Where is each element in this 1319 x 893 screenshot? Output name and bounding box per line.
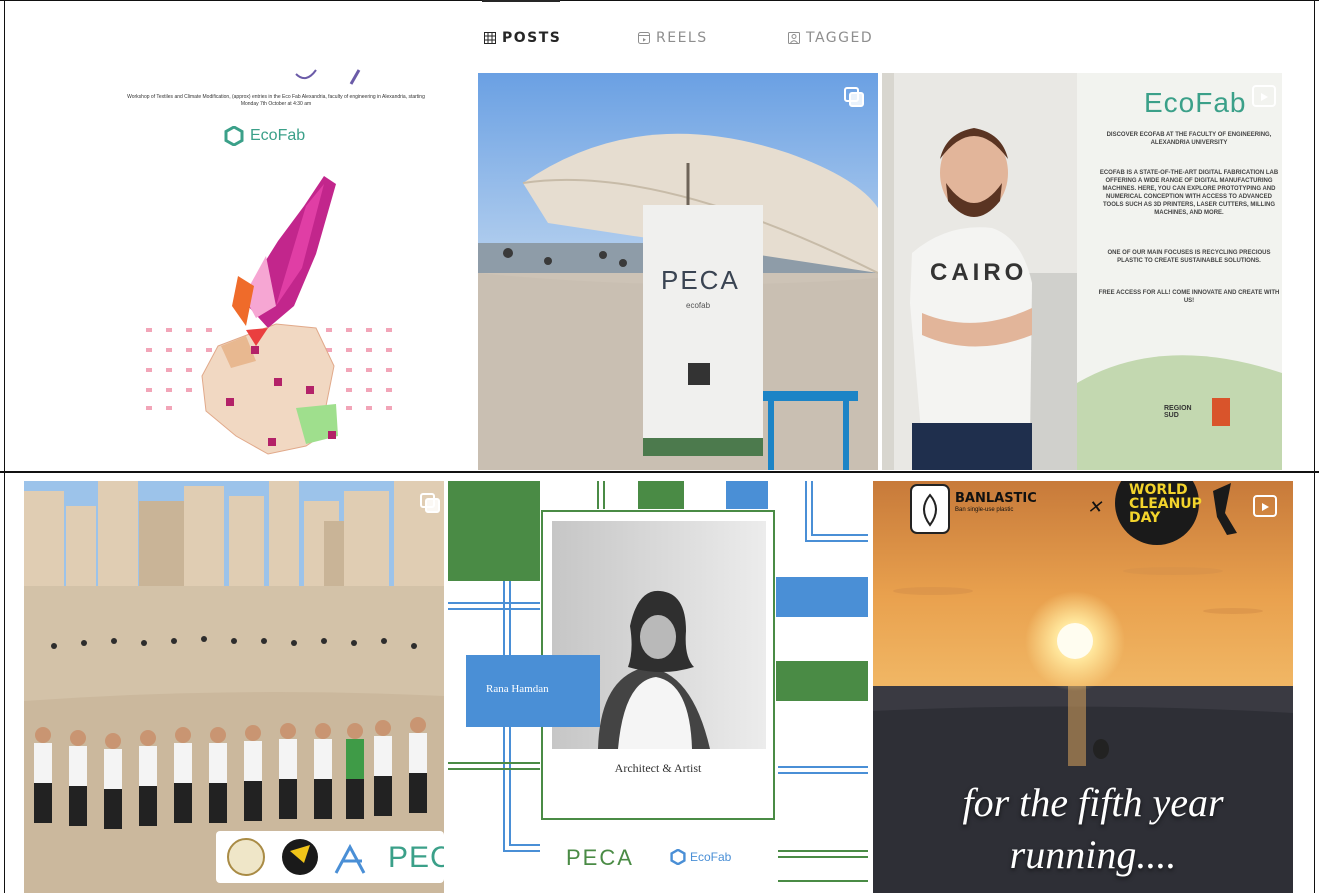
multi-photo-icon xyxy=(844,87,864,107)
frame-divider xyxy=(0,471,1319,473)
post-portrait-card[interactable]: Rana Hamdan Architect & Artist PECA EcoF… xyxy=(448,481,868,893)
collab-x-icon: ✕ xyxy=(1087,497,1103,517)
frame-left xyxy=(4,0,5,893)
peca-logo: PECA xyxy=(566,845,634,870)
tagged-icon xyxy=(788,32,800,44)
grid-icon xyxy=(484,32,496,44)
multi-photo-icon xyxy=(420,493,440,513)
reel-icon xyxy=(1252,85,1276,107)
poster-caption: Workshop of Textiles and Climate Modific… xyxy=(127,94,425,107)
cleanup-photo xyxy=(24,481,444,893)
post-beach-umbrella[interactable]: PECA ecofab xyxy=(478,73,878,470)
tab-reels[interactable]: REELS xyxy=(638,30,708,46)
person-role: Architect & Artist xyxy=(614,761,702,775)
ecofab-logo-icon xyxy=(224,126,244,146)
ecofab-banner-body1: ECOFAB IS A STATE-OF-THE-ART DIGITAL FAB… xyxy=(1099,170,1279,216)
frame-top xyxy=(0,0,1319,1)
tab-posts-label: POSTS xyxy=(502,30,562,46)
active-tab-indicator xyxy=(482,0,560,2)
reels-icon xyxy=(638,32,650,44)
tab-reels-label: REELS xyxy=(656,30,708,46)
sponsor-logo: REGION SUD xyxy=(1164,405,1192,419)
reel-caption: for the fifth year running.... xyxy=(962,780,1224,877)
ecofab-banner-body2: ONE OF OUR MAIN FOCUSES IS RECYCLING PRE… xyxy=(1107,250,1271,264)
ecofab-logo-icon xyxy=(670,849,686,865)
post-workshop-poster[interactable]: Workshop of Textiles and Climate Modific… xyxy=(6,6,472,470)
ecofab-banner-body3: FREE ACCESS FOR ALL! COME INNOVATE AND C… xyxy=(1098,290,1280,304)
poster-illustration xyxy=(146,69,392,455)
tab-tagged-label: TAGGED xyxy=(806,30,874,46)
frame-right xyxy=(1314,0,1315,893)
peca-sign: PECA xyxy=(661,265,740,295)
peca-sign-sub: ecofab xyxy=(686,301,711,310)
banlastic-logo: BANLASTIC xyxy=(955,491,1037,506)
tab-tagged[interactable]: TAGGED xyxy=(788,30,873,46)
ecofab-banner-title: EcoFab xyxy=(1144,87,1247,118)
ecofab-banner-headline: DISCOVER ECOFAB AT THE FACULTY OF ENGINE… xyxy=(1106,132,1272,146)
post-beach-cleanup[interactable]: PEC xyxy=(24,481,444,893)
person-name: Rana Hamdan xyxy=(486,683,549,695)
post-ecofab-banner[interactable]: EcoFab DISCOVER ECOFAB AT THE FACULTY OF… xyxy=(882,73,1282,470)
post-sunset-reel[interactable]: BANLASTIC Ban single-use plastic ✕ WORLD… xyxy=(873,481,1293,893)
ecofab-logo-small: EcoFab xyxy=(670,849,731,865)
tab-posts[interactable]: POSTS xyxy=(484,30,561,46)
ecofab-logo-text: EcoFab xyxy=(250,127,306,144)
banlastic-tagline: Ban single-use plastic xyxy=(955,507,1014,513)
peca-partner-logo: PEC xyxy=(388,841,444,874)
ecofab-logo: EcoFab xyxy=(224,126,305,146)
reel-icon xyxy=(1253,495,1277,517)
world-cleanup-badge: WORLD CLEANUP DAY xyxy=(1129,482,1202,526)
shirt-text: CAIRO xyxy=(930,259,1028,286)
